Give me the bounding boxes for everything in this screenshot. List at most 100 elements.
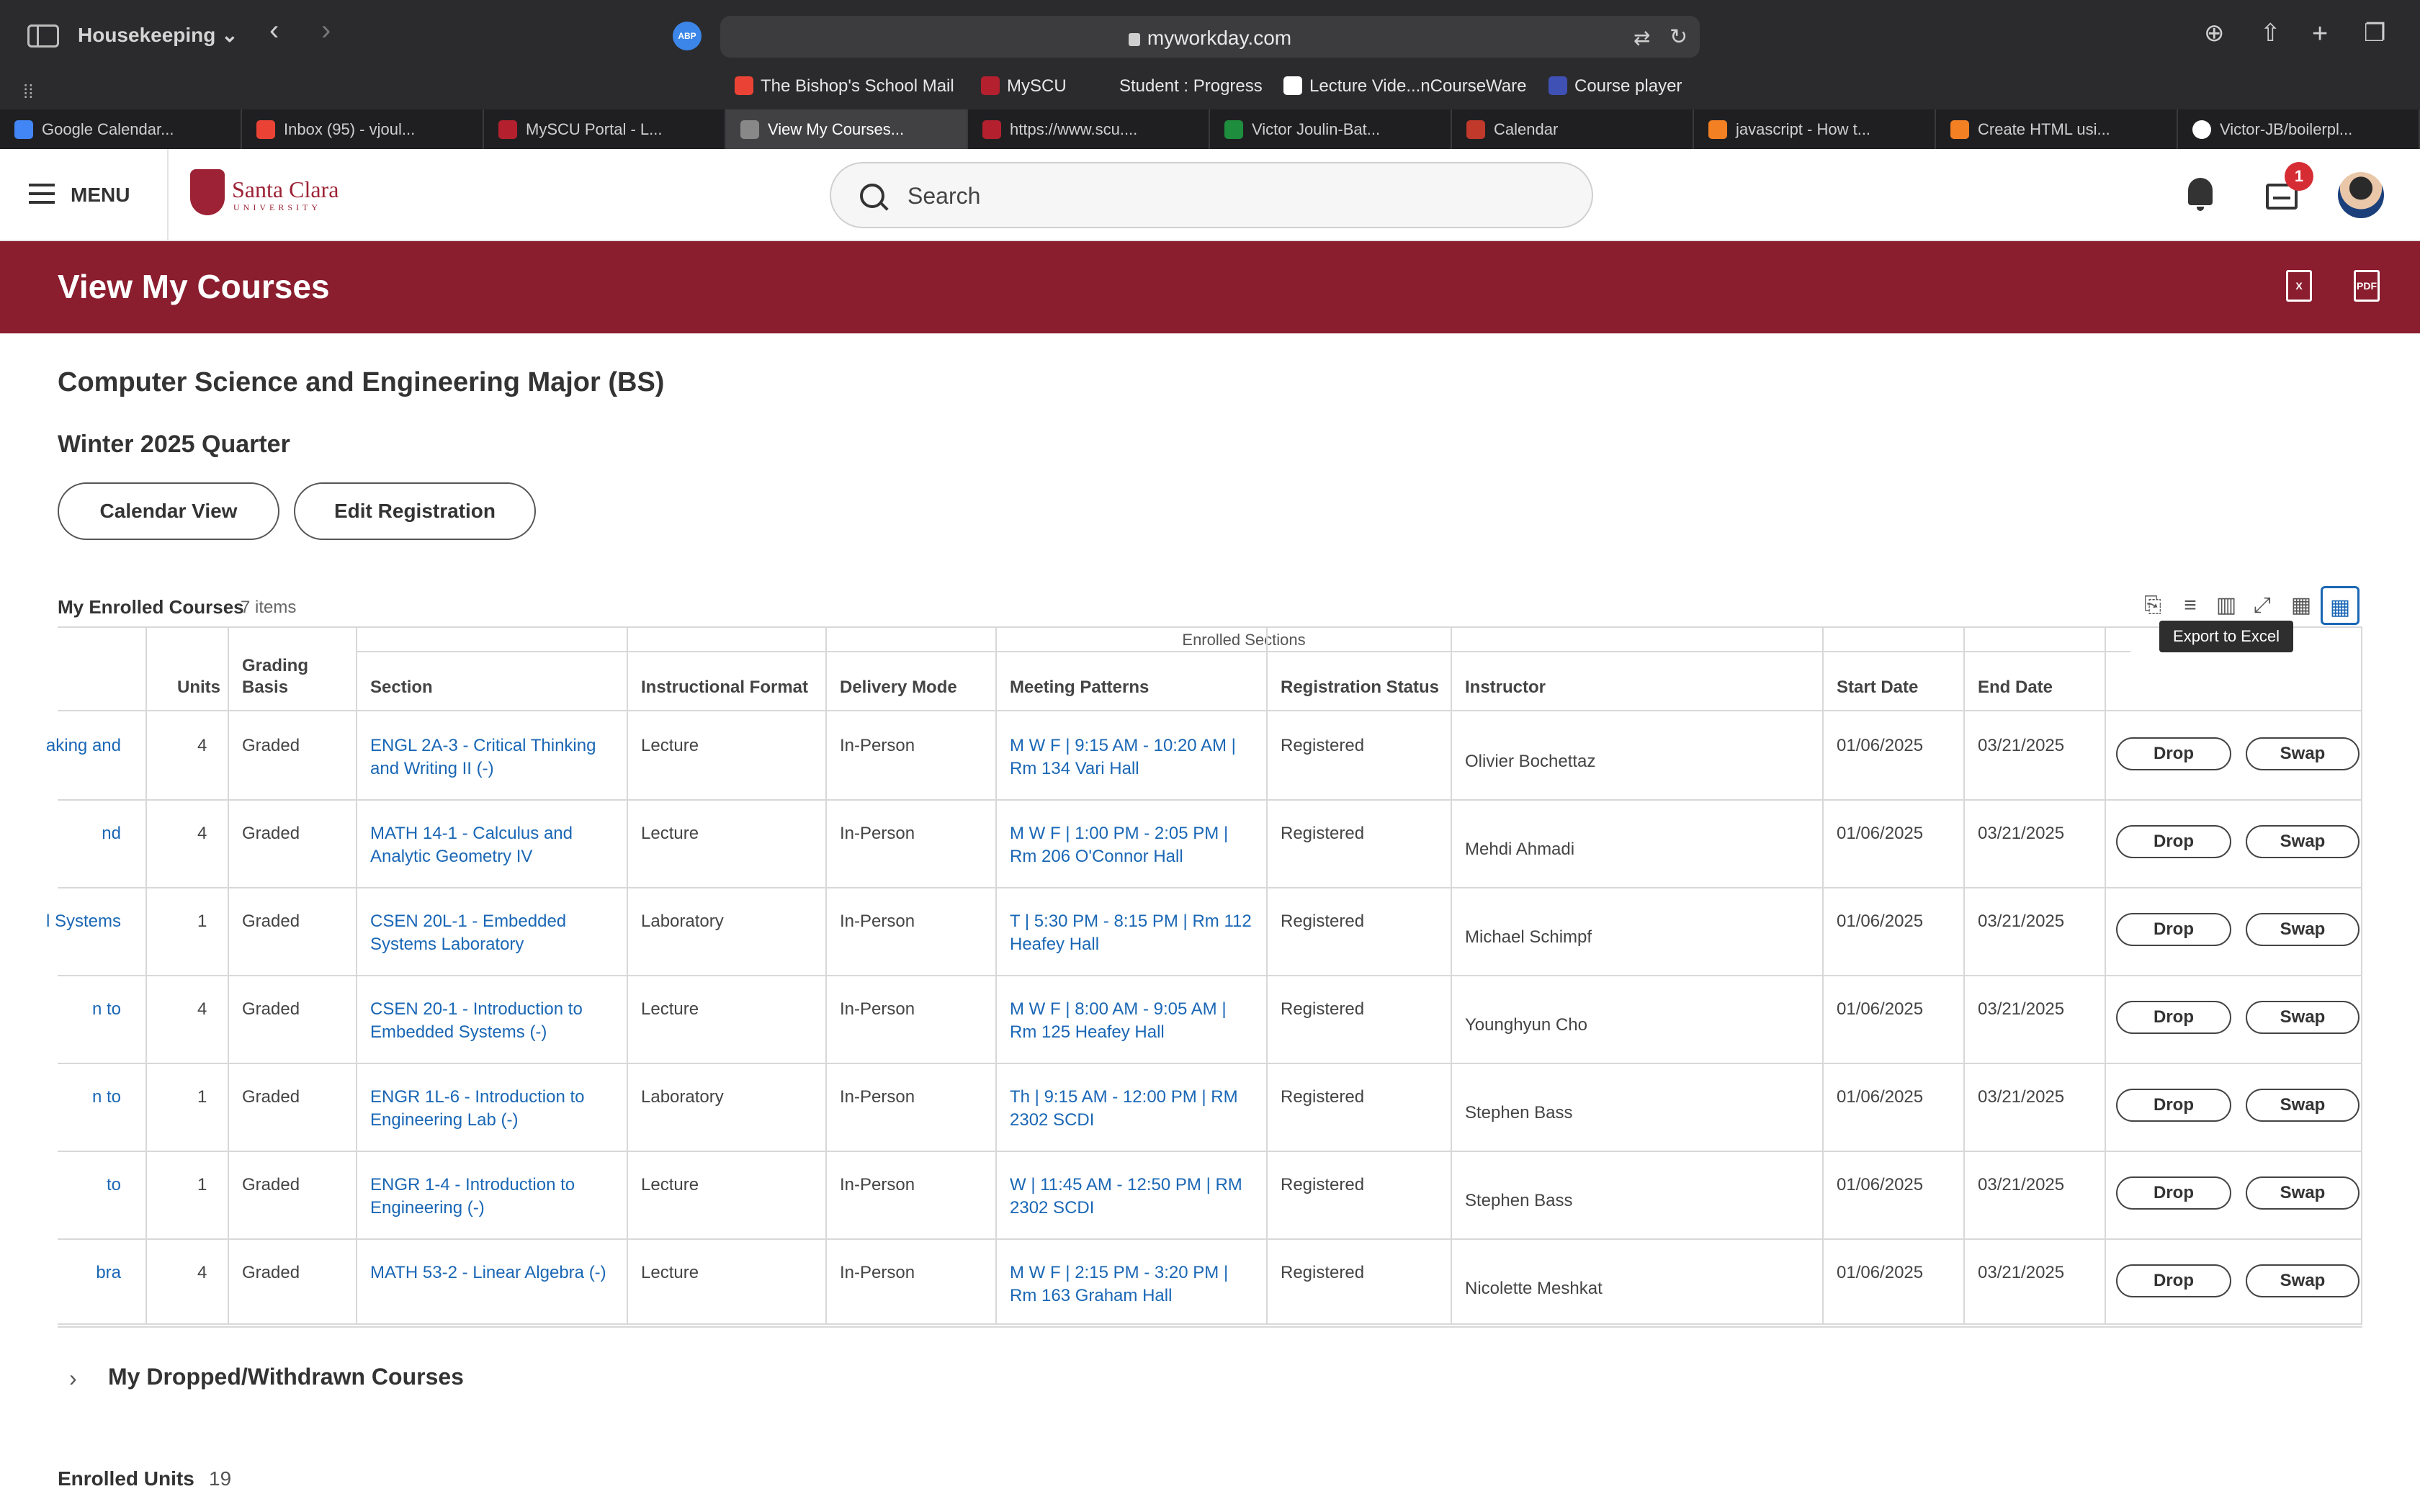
notifications-bell-icon[interactable] [2188,178,2213,211]
bookmark-item[interactable]: Student : Progress [1119,76,1263,96]
meeting-pattern-link[interactable]: M W F | 9:15 AM - 10:20 AM | Rm 134 Vari… [1010,734,1255,780]
calendar-view-button[interactable]: Calendar View [58,482,279,540]
profile-switcher[interactable]: Housekeeping ⌄ [78,23,238,47]
browser-tab[interactable]: Create HTML usi... [1936,109,2178,149]
bookmark-item[interactable]: Lecture Vide...nCourseWare [1283,76,1527,96]
course-cell[interactable]: n to [46,998,121,1021]
chart-icon[interactable]: ▥ [2207,586,2246,625]
browser-tab[interactable]: Victor-JB/boilerpl... [2178,109,2420,149]
browser-tab[interactable]: Victor Joulin-Bat... [1210,109,1452,149]
drop-button[interactable]: Drop [2116,1001,2231,1034]
filter-icon[interactable]: ≡ [2171,586,2210,625]
adblock-icon[interactable]: ABP [673,22,702,50]
translate-icon[interactable]: ⇄ [1634,26,1650,50]
search-box[interactable] [830,162,1593,228]
browser-tab[interactable]: Google Calendar... [0,109,242,149]
drop-button[interactable]: Drop [2116,1264,2231,1297]
drop-button[interactable]: Drop [2116,1089,2231,1122]
new-tab-icon[interactable]: + [2312,19,2328,50]
browser-tab[interactable]: Inbox (95) - vjoul... [242,109,484,149]
sidebar-toggle-icon[interactable] [27,24,59,48]
fullscreen-icon[interactable]: ⤢ [2243,586,2282,625]
meeting-pattern-link[interactable]: M W F | 8:00 AM - 9:05 AM | Rm 125 Heafe… [1010,998,1255,1044]
column-header-grading-basis[interactable]: Grading Basis [242,655,343,698]
reload-icon[interactable]: ↻ [1670,24,1688,50]
address-bar[interactable]: myworkday.com ⇄ ↻ [720,16,1700,58]
export-excel-icon[interactable]: X [2286,270,2312,302]
section-link[interactable]: MATH 53-2 - Linear Algebra (-) [370,1261,615,1284]
scu-icon [498,120,517,139]
drop-button[interactable]: Drop [2116,1176,2231,1210]
meeting-pattern-link[interactable]: M W F | 1:00 PM - 2:05 PM | Rm 206 O'Con… [1010,822,1255,868]
start-date-cell: 01/06/2025 [1837,1175,1924,1194]
section-link[interactable]: ENGL 2A-3 - Critical Thinking and Writin… [370,734,615,780]
instructor-cell: Mehdi Ahmadi [1465,840,1575,859]
column-header-end-date[interactable]: End Date [1978,677,2053,698]
column-header-start-date[interactable]: Start Date [1837,677,1918,698]
course-cell[interactable]: nd [46,822,121,845]
grid-view-icon[interactable]: ▦ [2321,586,2360,625]
menu-label[interactable]: MENU [71,184,130,207]
hamburger-menu-icon[interactable] [29,184,55,204]
back-icon[interactable]: ‹ [269,14,279,47]
course-cell[interactable]: bra [46,1261,121,1284]
swap-button[interactable]: Swap [2246,1176,2360,1210]
column-header-instructor[interactable]: Instructor [1465,677,1546,698]
export-to-excel-icon[interactable]: ⎘ [2133,586,2172,625]
tab-overview-icon[interactable]: ❐ [2364,19,2385,48]
grading-cell: Graded [242,999,300,1019]
edit-registration-button[interactable]: Edit Registration [294,482,536,540]
meeting-pattern-link[interactable]: T | 5:30 PM - 8:15 PM | Rm 112 Heafey Ha… [1010,910,1255,956]
meeting-pattern-link[interactable]: M W F | 2:15 PM - 3:20 PM | Rm 163 Graha… [1010,1261,1255,1308]
section-link[interactable]: CSEN 20L-1 - Embedded Systems Laboratory [370,910,615,956]
swap-button[interactable]: Swap [2246,1264,2360,1297]
meeting-pattern-link[interactable]: W | 11:45 AM - 12:50 PM | RM 2302 SCDI [1010,1174,1255,1220]
dropped-courses-toggle[interactable]: My Dropped/Withdrawn Courses [108,1364,464,1390]
scu-seal-icon[interactable] [190,169,225,215]
browser-tab-active[interactable]: View My Courses... [726,109,968,149]
section-link[interactable]: ENGR 1L-6 - Introduction to Engineering … [370,1086,615,1132]
course-cell[interactable]: n to [46,1086,121,1109]
swap-button[interactable]: Swap [2246,825,2360,858]
swap-button[interactable]: Swap [2246,1001,2360,1034]
course-cell[interactable]: l Systems [46,910,121,933]
bookmark-item[interactable]: Course player [1549,76,1682,96]
browser-tab[interactable]: Calendar [1452,109,1694,149]
column-header-meeting-patterns[interactable]: Meeting Patterns [1010,677,1149,698]
browser-tab[interactable]: javascript - How t... [1694,109,1936,149]
apps-grid-icon[interactable]: ⁞⁞ [23,81,33,103]
chevron-right-icon[interactable]: › [69,1365,77,1392]
column-header-section[interactable]: Section [370,677,433,698]
bookmark-item[interactable]: The Bishop's School Mail [735,76,954,96]
share-icon[interactable]: ⇧ [2260,19,2281,48]
column-header-registration-status[interactable]: Registration Status [1281,677,1439,698]
table-view-icon[interactable]: ▦ [2282,586,2321,625]
downloads-icon[interactable]: ⊕ [2204,19,2225,48]
column-header-delivery-mode[interactable]: Delivery Mode [840,677,957,698]
drop-button[interactable]: Drop [2116,825,2231,858]
drop-button[interactable]: Drop [2116,737,2231,770]
swap-button[interactable]: Swap [2246,913,2360,946]
gmail-icon [256,120,275,139]
browser-tab[interactable]: MySCU Portal - L... [484,109,726,149]
logo-name[interactable]: Santa Clara [232,176,339,203]
section-link[interactable]: CSEN 20-1 - Introduction to Embedded Sys… [370,998,615,1044]
course-cell[interactable]: aking and [46,734,121,757]
swap-button[interactable]: Swap [2246,737,2360,770]
browser-tab[interactable]: https://www.scu.... [968,109,1210,149]
column-header-instructional-format[interactable]: Instructional Format [641,677,808,698]
forward-icon[interactable]: › [321,14,331,47]
swap-button[interactable]: Swap [2246,1089,2360,1122]
meeting-pattern-link[interactable]: Th | 9:15 AM - 12:00 PM | RM 2302 SCDI [1010,1086,1255,1132]
end-date-cell: 03/21/2025 [1978,1175,2065,1194]
drop-button[interactable]: Drop [2116,913,2231,946]
bookmark-item[interactable]: MySCU [981,76,1067,96]
avatar[interactable] [2338,172,2384,218]
export-pdf-icon[interactable]: PDF [2354,270,2380,302]
section-link[interactable]: ENGR 1-4 - Introduction to Engineering (… [370,1174,615,1220]
course-cell[interactable]: to [46,1174,121,1197]
column-header-units[interactable]: Units [177,677,220,698]
section-link[interactable]: MATH 14-1 - Calculus and Analytic Geomet… [370,822,615,868]
grid-title: My Enrolled Courses [58,596,244,618]
search-input[interactable] [908,178,1556,214]
